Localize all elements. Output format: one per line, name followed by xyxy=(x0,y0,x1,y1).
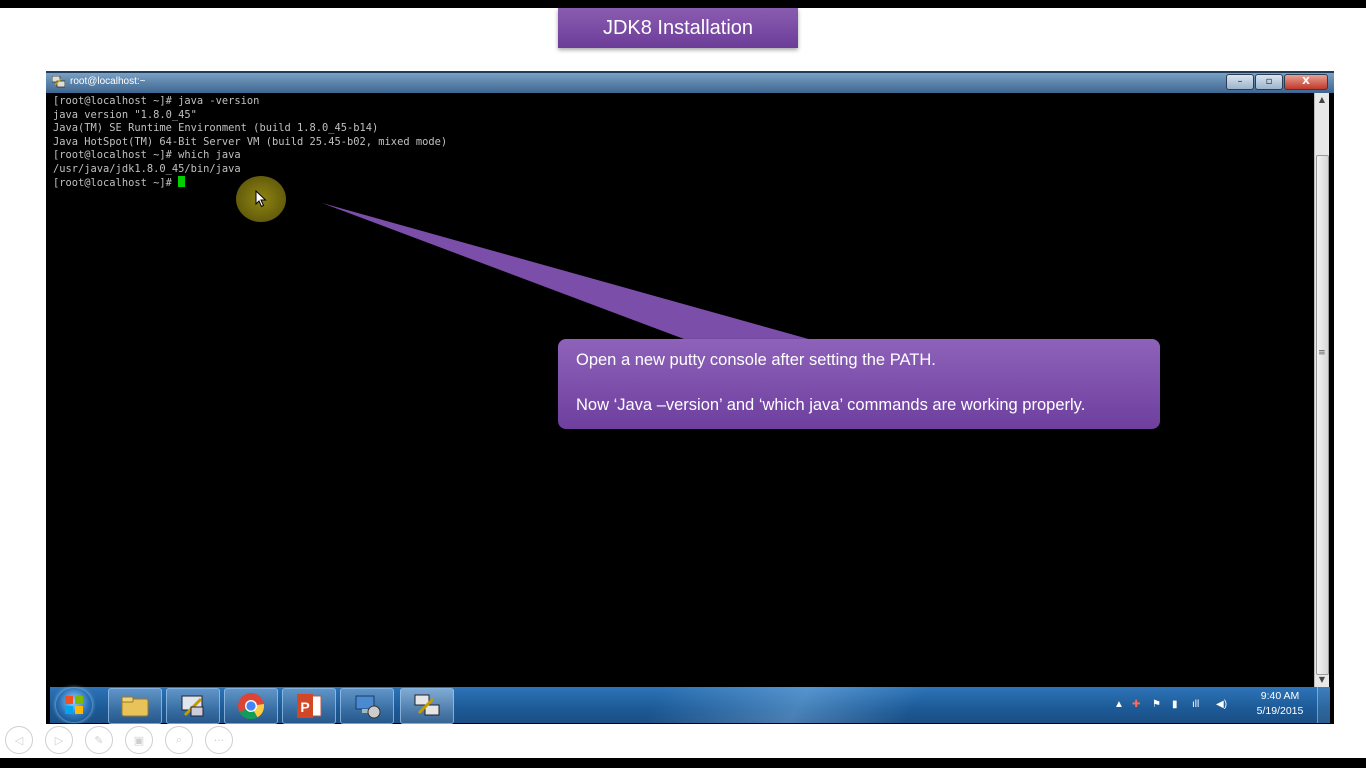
windows-logo-icon xyxy=(65,696,83,714)
taskbar-chrome[interactable] xyxy=(224,688,278,724)
terminal-line: java version "1.8.0_45" xyxy=(53,108,197,121)
pen-icon[interactable]: ✎ xyxy=(85,726,113,754)
chrome-icon xyxy=(238,693,265,720)
taskbar-powerpoint[interactable]: P xyxy=(282,688,336,724)
scroll-up-icon[interactable]: ▲ xyxy=(1315,93,1329,107)
close-button[interactable]: X xyxy=(1284,74,1328,90)
system-tray: ▲ ✚ ⚑ ▮ ıll ◀) 9:40 AM 5/19/2015 xyxy=(1110,687,1310,723)
mouse-pointer-icon xyxy=(255,190,267,208)
clock-time: 9:40 AM xyxy=(1260,690,1300,702)
terminal-cursor xyxy=(178,176,186,187)
scroll-grip-icon: ≡ xyxy=(1318,348,1326,358)
action-center-flag-icon[interactable]: ⚑ xyxy=(1152,699,1161,710)
bottom-letterbox xyxy=(0,758,1366,768)
callout-line-1: Open a new putty console after setting t… xyxy=(576,351,936,369)
remote-desktop-icon xyxy=(355,695,381,719)
zoom-icon[interactable]: ⌕ xyxy=(165,726,193,754)
power-icon[interactable]: ▮ xyxy=(1172,699,1178,710)
putty-icon xyxy=(414,694,440,716)
taskbar-putty-active[interactable] xyxy=(400,688,454,724)
minimize-button[interactable]: – xyxy=(1226,74,1254,90)
windows-taskbar: P ▲ ✚ ⚑ ▮ ıll ◀) 9:40 AM 5/19/2015 xyxy=(50,687,1330,724)
next-slide-icon[interactable]: ▷ xyxy=(45,726,73,754)
maximize-button[interactable]: ▫ xyxy=(1255,74,1283,90)
top-letterbox xyxy=(0,0,1366,8)
terminal-line: [root@localhost ~]# java -version xyxy=(53,95,260,107)
more-options-icon[interactable]: ··· xyxy=(205,726,233,754)
putty-app-icon xyxy=(52,76,65,88)
network-alert-icon[interactable]: ✚ xyxy=(1132,699,1140,710)
taskbar-remote-desktop[interactable] xyxy=(340,688,394,724)
vertical-scrollbar[interactable]: ▲ ≡ ▼ xyxy=(1314,93,1329,687)
show-hidden-icons-icon[interactable]: ▲ xyxy=(1114,699,1124,710)
terminal-line: Java HotSpot(TM) 64-Bit Server VM (build… xyxy=(53,135,448,148)
clock-date: 5/19/2015 xyxy=(1256,705,1304,717)
taskbar-file-explorer[interactable] xyxy=(108,688,162,724)
scroll-down-icon[interactable]: ▼ xyxy=(1315,673,1329,687)
terminal-line: [root@localhost ~]# which java xyxy=(53,149,241,161)
putty-config-icon xyxy=(181,695,204,717)
svg-text:P: P xyxy=(300,699,309,715)
wifi-signal-icon[interactable]: ıll xyxy=(1192,699,1199,710)
terminal-line: Java(TM) SE Runtime Environment (build 1… xyxy=(53,122,379,134)
powerpoint-icon: P xyxy=(297,694,322,718)
taskbar-clock[interactable]: 9:40 AM 5/19/2015 xyxy=(1250,689,1310,719)
volume-icon[interactable]: ◀) xyxy=(1216,699,1227,710)
scroll-thumb[interactable] xyxy=(1316,155,1329,675)
slides-grid-icon[interactable]: ▣ xyxy=(125,726,153,754)
callout-line-2: Now ‘Java –version’ and ‘which java’ com… xyxy=(576,396,1086,414)
show-desktop-button[interactable] xyxy=(1317,687,1330,723)
annotation-callout: Open a new putty console after setting t… xyxy=(558,339,1160,429)
start-button[interactable] xyxy=(56,688,92,722)
terminal-output: [root@localhost ~]# java -version java v… xyxy=(50,93,1312,193)
window-title: root@localhost:~ xyxy=(70,76,146,87)
slideshow-controls: ◁ ▷ ✎ ▣ ⌕ ··· xyxy=(5,726,245,754)
window-titlebar[interactable]: root@localhost:~ – ▫ X xyxy=(46,71,1334,93)
taskbar-putty-config[interactable] xyxy=(166,688,220,724)
folder-icon xyxy=(121,696,149,717)
terminal-line: /usr/java/jdk1.8.0_45/bin/java xyxy=(53,162,241,175)
slide-title: JDK8 Installation xyxy=(558,8,798,48)
previous-slide-icon[interactable]: ◁ xyxy=(5,726,33,754)
terminal-prompt: [root@localhost ~]# xyxy=(53,177,179,189)
